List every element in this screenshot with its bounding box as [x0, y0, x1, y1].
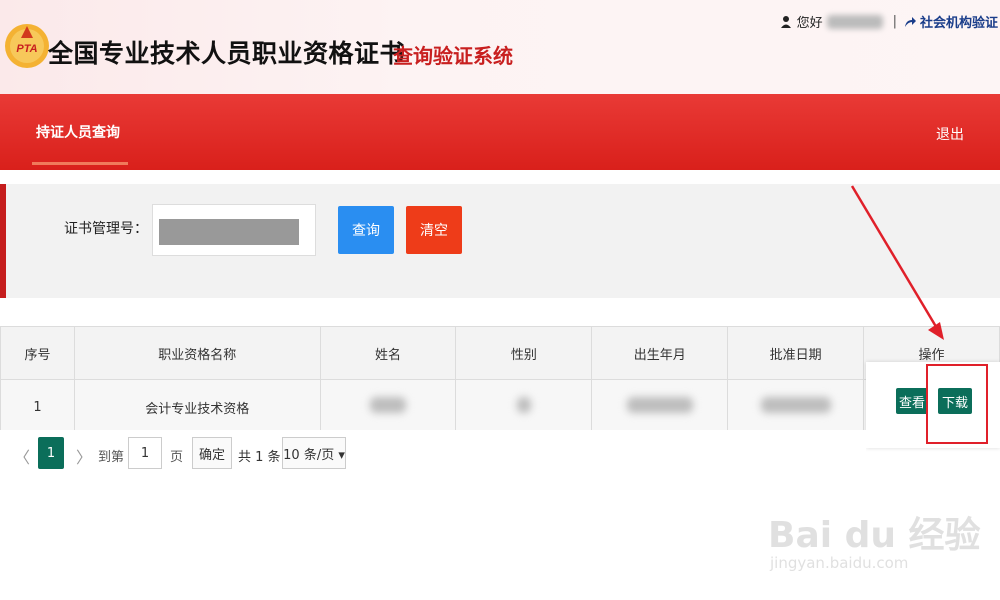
header-birth-date: 出生年月 — [591, 326, 729, 380]
panel-accent-bar — [0, 184, 6, 298]
next-page-button[interactable]: 〉 — [76, 444, 92, 468]
goto-confirm-button[interactable]: 确定 — [192, 437, 232, 469]
certificate-number-label: 证书管理号： — [64, 221, 148, 237]
system-subtitle: 查询验证系统 — [393, 44, 513, 68]
watermark-url: jingyan.baidu.com — [770, 554, 909, 572]
logout-link[interactable]: 退出 — [936, 124, 964, 144]
cell-gender-redacted — [455, 379, 593, 435]
header-name: 姓名 — [319, 326, 457, 380]
table-row: 1 会计专业技术资格 — [0, 379, 1000, 435]
main-navbar: 持证人员查询 退出 — [0, 94, 1000, 170]
cell-approval-date-redacted — [727, 379, 865, 435]
tab-certificate-holder-query[interactable]: 持证人员查询 — [36, 122, 120, 142]
user-icon — [780, 15, 791, 28]
prev-page-button[interactable]: 〈 — [14, 444, 30, 468]
pta-logo-icon: PTA — [5, 24, 49, 68]
user-area: 您好 | 社会机构验证 — [780, 12, 998, 31]
current-page-button[interactable]: 1 — [38, 437, 64, 469]
cell-index: 1 — [0, 379, 75, 435]
search-panel: 证书管理号： 查询 清空 — [0, 184, 1000, 298]
goto-label: 到第 — [98, 450, 125, 465]
baidu-watermark: Bai du 经验 jingyan.baidu.com — [756, 492, 981, 582]
header-qualification: 职业资格名称 — [73, 326, 321, 380]
page-unit-label: 页 — [170, 450, 184, 465]
system-title: 全国专业技术人员职业资格证书 — [48, 39, 406, 68]
total-count: 共 1 条 — [238, 450, 281, 465]
cell-name-redacted — [319, 379, 457, 435]
pagination: 〈 1 〉 到第 1 页 确定 共 1 条 10 条/页 ▾ — [0, 430, 866, 478]
divider: | — [892, 14, 897, 29]
page-header: PTA 全国专业技术人员职业资格证书 查询验证系统 您好 | 社会机构验证 — [0, 0, 1000, 94]
query-button[interactable]: 查询 — [338, 206, 394, 254]
certificate-number-input[interactable] — [152, 204, 316, 256]
username-blurred — [826, 14, 883, 29]
header-index: 序号 — [0, 326, 75, 380]
greeting-text: 您好 — [796, 16, 823, 31]
redacted-input-value — [159, 219, 299, 245]
share-arrow-icon — [904, 16, 916, 27]
svg-text:PTA: PTA — [16, 43, 37, 55]
active-tab-indicator — [32, 162, 128, 165]
org-verify-link[interactable]: 社会机构验证 — [920, 12, 998, 31]
cell-qualification: 会计专业技术资格 — [73, 379, 321, 435]
watermark-text: Bai du 经验 — [768, 515, 981, 556]
clear-button[interactable]: 清空 — [406, 206, 462, 254]
download-highlight-box — [926, 364, 988, 444]
goto-page-input[interactable]: 1 — [128, 437, 162, 469]
page-size-select[interactable]: 10 条/页 ▾ — [282, 437, 346, 469]
results-table: 序号 职业资格名称 姓名 性别 出生年月 批准日期 操作 1 会计专业技术资格 — [0, 326, 1000, 435]
header-approval-date: 批准日期 — [727, 326, 865, 380]
table-header-row: 序号 职业资格名称 姓名 性别 出生年月 批准日期 操作 — [0, 326, 1000, 380]
header-gender: 性别 — [455, 326, 593, 380]
view-button[interactable]: 查看 — [896, 388, 928, 414]
cell-birth-date-redacted — [591, 379, 729, 435]
